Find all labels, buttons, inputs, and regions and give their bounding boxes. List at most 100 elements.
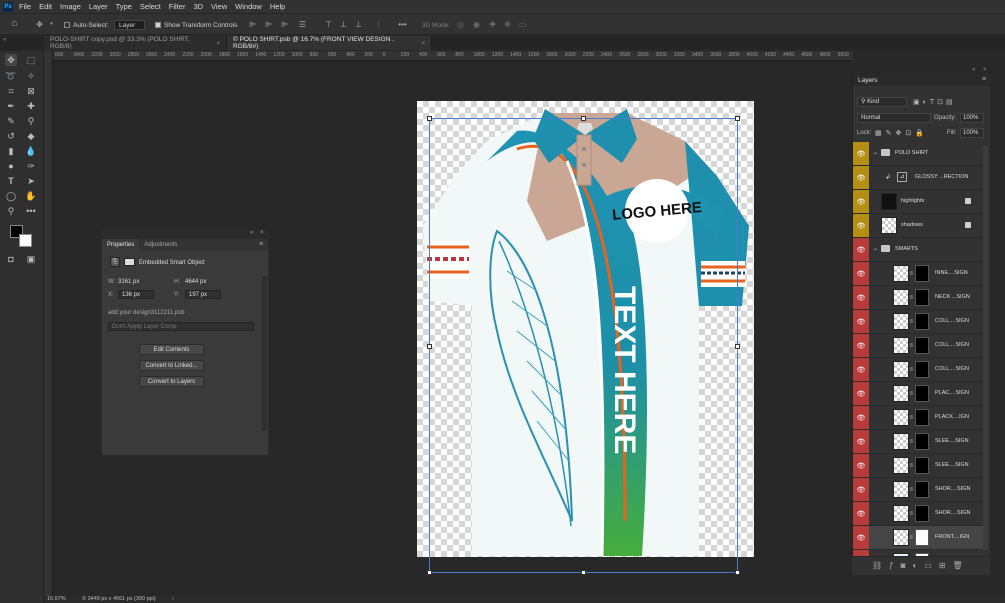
collapse-icon[interactable]: « bbox=[972, 67, 975, 73]
eraser-icon[interactable]: ◆ bbox=[25, 130, 37, 142]
link-icon[interactable]: 8 bbox=[910, 295, 913, 301]
3d-orbit-icon[interactable]: ◎ bbox=[456, 20, 465, 29]
quick-mask-icon[interactable]: ◘ bbox=[5, 253, 17, 265]
3d-slide-icon[interactable]: ✥ bbox=[503, 20, 512, 29]
layer-row[interactable]: 👁 shadows bbox=[853, 214, 983, 238]
layer-row[interactable]: 👁 8 PLAC....SIGN bbox=[853, 382, 983, 406]
panel-header[interactable]: « × bbox=[102, 230, 268, 239]
close-icon[interactable]: × bbox=[983, 67, 987, 73]
visibility-eye-icon[interactable]: 👁 bbox=[853, 262, 869, 285]
link-icon[interactable]: 8 bbox=[910, 343, 913, 349]
fill-field[interactable]: 100% bbox=[960, 128, 984, 138]
3d-pan-icon[interactable]: ✚ bbox=[488, 20, 497, 29]
link-icon[interactable]: 8 bbox=[910, 463, 913, 469]
more-tools-icon[interactable]: ••• bbox=[25, 205, 37, 217]
visibility-eye-icon[interactable]: 👁 bbox=[853, 166, 869, 189]
type-tool-icon[interactable]: T bbox=[5, 175, 17, 187]
menu-filter[interactable]: Filter bbox=[169, 2, 186, 11]
chevron-down-icon[interactable]: ▾ bbox=[47, 20, 56, 29]
close-icon[interactable]: × bbox=[260, 230, 264, 236]
layer-row[interactable]: 👁 8 SLEE....SIGN bbox=[853, 430, 983, 454]
link-icon[interactable]: 8 bbox=[910, 439, 913, 445]
link-icon[interactable]: 8 bbox=[910, 511, 913, 517]
crop-tool-icon[interactable]: ⌗ bbox=[5, 85, 17, 97]
opacity-field[interactable]: 100% bbox=[960, 113, 984, 123]
more-options-icon[interactable]: ••• bbox=[398, 20, 407, 29]
transform-handle[interactable] bbox=[427, 116, 432, 121]
layer-comp-select[interactable]: Don't Apply Layer Comp bbox=[108, 322, 254, 331]
x-field[interactable]: 136 px bbox=[118, 290, 154, 299]
hand-tool-icon[interactable]: ✋ bbox=[25, 190, 37, 202]
filter-kind-select[interactable]: ⚲ Kind bbox=[857, 97, 907, 107]
layer-row[interactable]: 👁 8 NECK ...SIGN bbox=[853, 286, 983, 310]
chevron-right-icon[interactable]: › bbox=[172, 596, 174, 602]
link-icon[interactable]: 8 bbox=[910, 415, 913, 421]
3d-roll-icon[interactable]: ◉ bbox=[472, 20, 481, 29]
layer-row[interactable]: 👁 8 SHOR....SIGN bbox=[853, 502, 983, 526]
visibility-eye-icon[interactable]: 👁 bbox=[853, 406, 869, 429]
align-center-icon[interactable]: ⊫ bbox=[264, 20, 273, 29]
align-top-icon[interactable]: ⊤ bbox=[324, 20, 333, 29]
link-icon[interactable]: 8 bbox=[910, 391, 913, 397]
path-selection-icon[interactable]: ➤ bbox=[25, 175, 37, 187]
visibility-eye-icon[interactable]: 👁 bbox=[853, 190, 869, 213]
visibility-eye-icon[interactable]: 👁 bbox=[853, 478, 869, 501]
link-icon[interactable]: 8 bbox=[910, 319, 913, 325]
filter-type-icons[interactable]: ▣◐T⊡▤ bbox=[913, 98, 956, 106]
visibility-eye-icon[interactable]: 👁 bbox=[853, 358, 869, 381]
transform-handle[interactable] bbox=[735, 570, 740, 575]
layer-row[interactable]: 👁 8 INNE....SIGN bbox=[853, 262, 983, 286]
chevron-down-icon[interactable]: ⌄ bbox=[873, 245, 878, 252]
tab-polo-shirt-psb[interactable]: © POLO SHIRT.psb @ 16.7% (FRONT VIEW DES… bbox=[227, 36, 432, 50]
layer-row[interactable]: 👁 ⌄ SMARTS bbox=[853, 238, 983, 262]
menu-view[interactable]: View bbox=[211, 2, 227, 11]
healing-brush-icon[interactable]: ✚ bbox=[25, 100, 37, 112]
lasso-tool-icon[interactable]: ➰ bbox=[5, 70, 17, 82]
link-icon[interactable]: 8 bbox=[910, 271, 913, 277]
layer-row[interactable]: 👁 8 COLL....SIGN bbox=[853, 358, 983, 382]
distribute-vertical-icon[interactable]: ⦙ bbox=[374, 20, 383, 29]
transform-handle[interactable] bbox=[427, 344, 432, 349]
visibility-eye-icon[interactable]: 👁 bbox=[853, 142, 869, 165]
layer-mask-thumbnail[interactable] bbox=[915, 433, 929, 450]
screen-mode-icon[interactable]: ▣ bbox=[25, 253, 37, 265]
move-tool-icon[interactable]: ✥ bbox=[5, 54, 17, 66]
tab-polo-shirt-copy[interactable]: POLO-SHIRT copy.psd @ 33.3% (POLO SHIRT,… bbox=[44, 36, 227, 50]
eyedropper-icon[interactable]: ✒ bbox=[5, 100, 17, 112]
transform-handle[interactable] bbox=[581, 116, 586, 121]
visibility-eye-icon[interactable]: 👁 bbox=[853, 502, 869, 525]
link-icon[interactable]: 8 bbox=[910, 487, 913, 493]
tab-properties[interactable]: Properties bbox=[102, 239, 140, 251]
layer-mask-thumbnail[interactable] bbox=[915, 361, 929, 378]
layer-row[interactable]: 👁 8 COLL....SIGN bbox=[853, 334, 983, 358]
menu-select[interactable]: Select bbox=[140, 2, 161, 11]
layer-row[interactable]: 👁 8 FRONT....IGN bbox=[853, 526, 983, 550]
close-icon[interactable]: × bbox=[216, 40, 220, 47]
zoom-tool-icon[interactable]: ⚲ bbox=[5, 205, 17, 217]
visibility-eye-icon[interactable]: 👁 bbox=[853, 454, 869, 477]
auto-select-checkbox[interactable]: Auto-Select: bbox=[64, 19, 108, 31]
magic-wand-icon[interactable]: ✧ bbox=[25, 70, 37, 82]
visibility-eye-icon[interactable]: 👁 bbox=[853, 238, 869, 261]
layer-row[interactable]: 👁 8 COLL....SIGN bbox=[853, 310, 983, 334]
y-field[interactable]: 197 px bbox=[185, 290, 221, 299]
history-brush-icon[interactable]: ↺ bbox=[5, 130, 17, 142]
visibility-eye-icon[interactable]: 👁 bbox=[853, 382, 869, 405]
visibility-eye-icon[interactable]: 👁 bbox=[853, 310, 869, 333]
layer-mask-thumbnail[interactable] bbox=[915, 337, 929, 354]
dodge-tool-icon[interactable]: ● bbox=[5, 160, 17, 172]
layers-scrollbar[interactable] bbox=[983, 146, 988, 550]
link-icon[interactable]: 8 bbox=[910, 367, 913, 373]
layer-mask-thumbnail[interactable] bbox=[915, 481, 929, 498]
layer-mask-thumbnail[interactable] bbox=[915, 313, 929, 330]
collapse-panel-icon[interactable]: « bbox=[3, 37, 6, 43]
lock-icons[interactable]: ▦✎✥⊡🔒 bbox=[875, 129, 928, 137]
layer-row[interactable]: 👁 highlights bbox=[853, 190, 983, 214]
layer-row[interactable]: 👁 ⌄ POLO SHIRT bbox=[853, 142, 983, 166]
menu-help[interactable]: Help bbox=[270, 2, 285, 11]
layer-row[interactable]: 👁 8 SLEE....SIGN bbox=[853, 454, 983, 478]
close-icon[interactable]: × bbox=[421, 40, 425, 47]
photoshop-logo-icon[interactable]: Ps bbox=[3, 1, 13, 12]
3d-camera-icon[interactable]: ▭ bbox=[518, 20, 527, 29]
link-icon[interactable]: 8 bbox=[910, 535, 913, 541]
